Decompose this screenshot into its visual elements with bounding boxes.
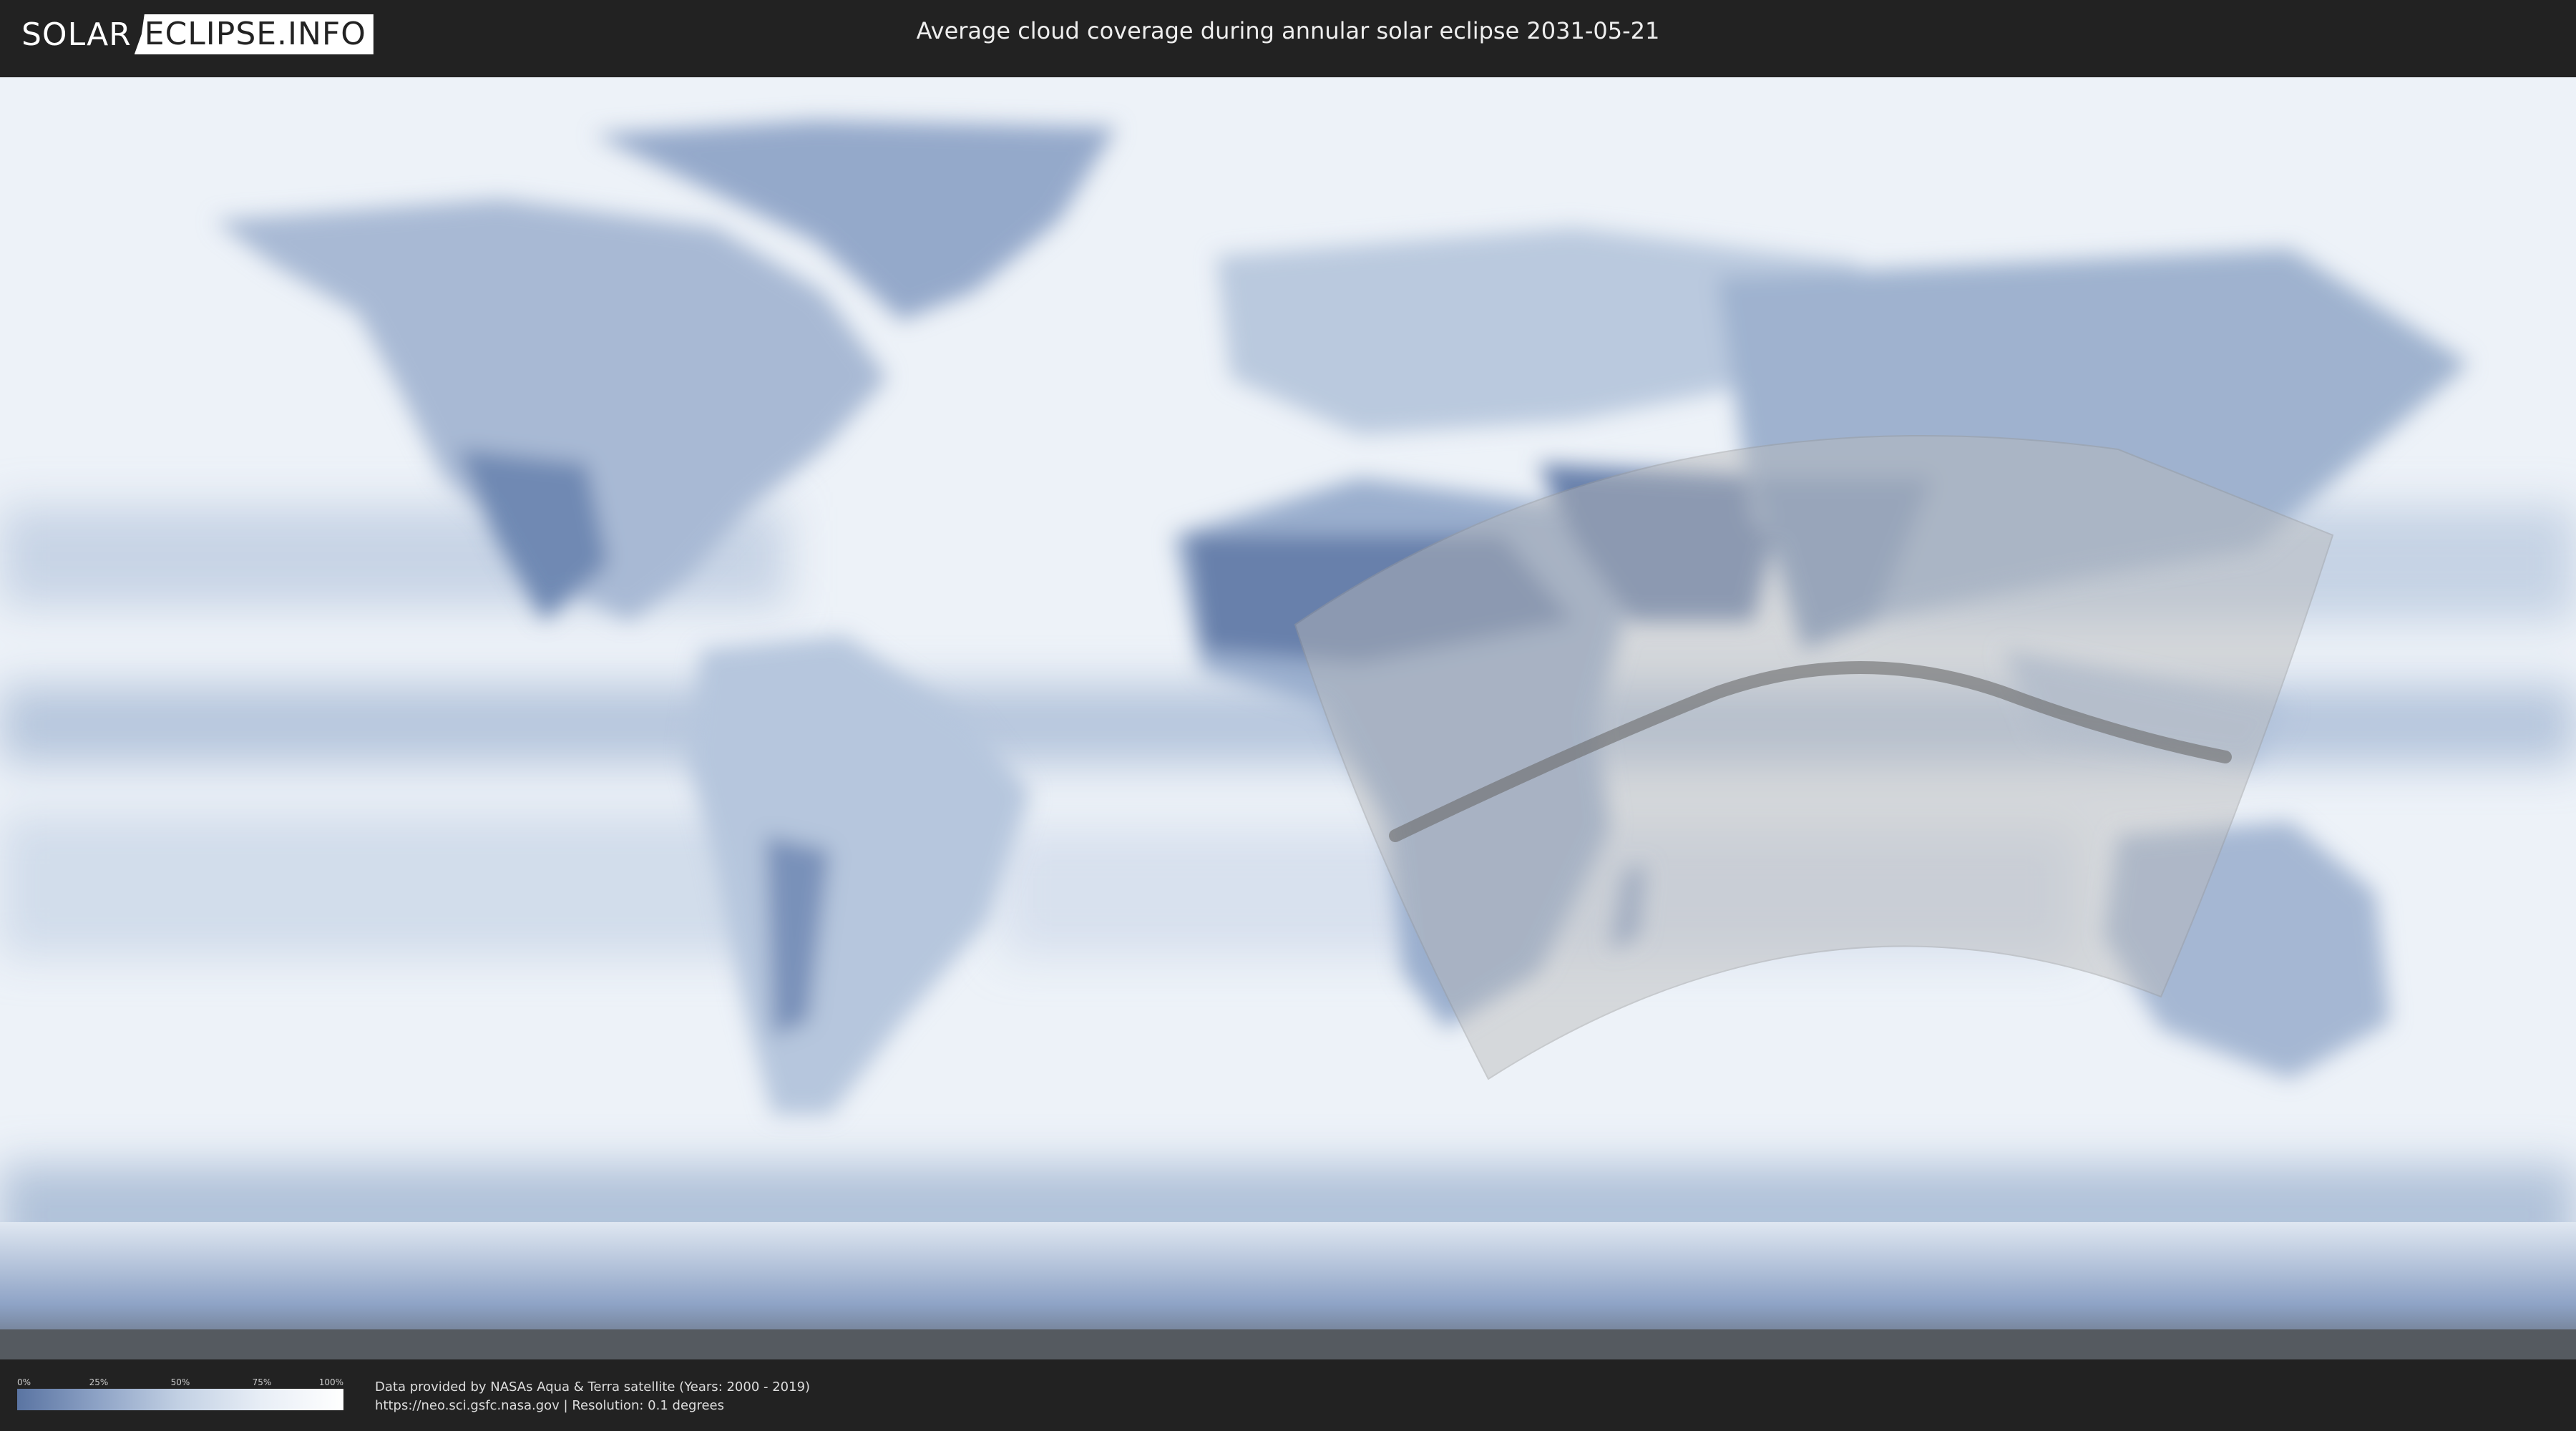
legend-tick-25: 25%	[89, 1377, 109, 1387]
credits-line-url: https://neo.sci.gsfc.nasa.gov | Resoluti…	[375, 1398, 724, 1413]
cloud-coverage-legend: 0% 25% 50% 75% 100%	[17, 1377, 343, 1413]
credits-line-source: Data provided by NASAs Aqua & Terra sate…	[375, 1379, 811, 1395]
legend-tick-100: 100%	[318, 1377, 343, 1387]
legend-ticks: 0% 25% 50% 75% 100%	[17, 1377, 343, 1389]
polar-edge	[0, 1329, 2576, 1359]
header-bar: SOLAR ECLIPSE.INFO Average cloud coverag…	[0, 0, 2576, 72]
page-title: Average cloud coverage during annular so…	[916, 17, 1660, 44]
legend-tick-50: 50%	[170, 1377, 190, 1387]
legend-gradient-bar	[17, 1389, 343, 1410]
legend-tick-75: 75%	[252, 1377, 272, 1387]
world-map-svg	[0, 77, 2576, 1359]
cloud-coverage-map[interactable]	[0, 77, 2576, 1359]
legend-tick-0: 0%	[17, 1377, 31, 1387]
data-credits: Data provided by NASAs Aqua & Terra sate…	[375, 1378, 810, 1415]
